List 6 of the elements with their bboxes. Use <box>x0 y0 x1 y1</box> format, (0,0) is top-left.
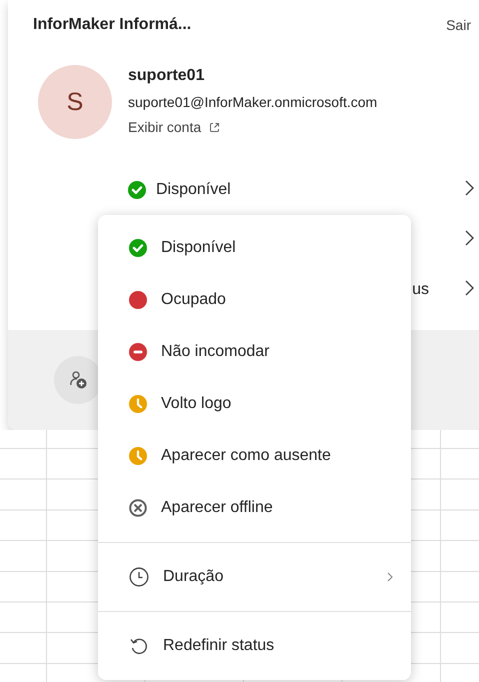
user-email: suporte01@InforMaker.onmicrosoft.com <box>128 94 378 110</box>
organization-title: InforMaker Informá... <box>33 16 192 34</box>
avatar: S <box>38 65 112 139</box>
row-label: us <box>412 281 429 299</box>
user-name: suporte01 <box>128 67 206 85</box>
status-label: Disponível <box>156 181 231 199</box>
